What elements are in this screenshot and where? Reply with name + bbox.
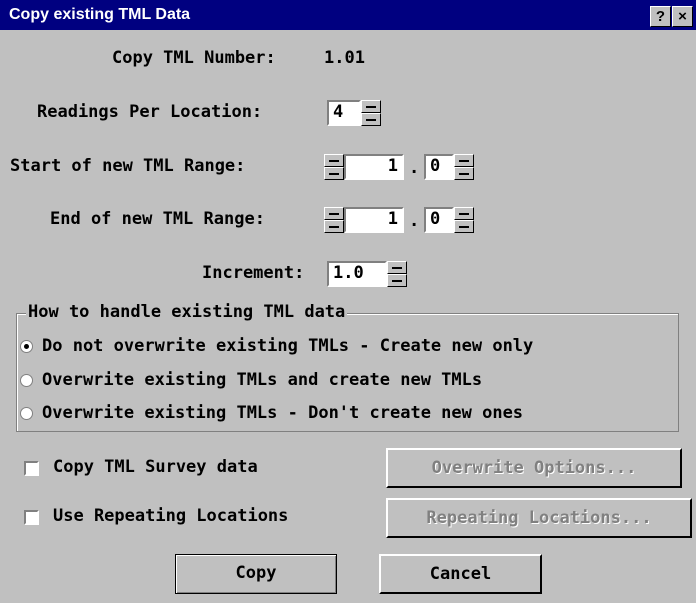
copy-survey-checkbox[interactable] xyxy=(24,461,39,476)
end-range-separator: . xyxy=(409,211,420,231)
use-repeating-label[interactable]: Use Repeating Locations xyxy=(53,506,288,526)
end-major-spinner[interactable] xyxy=(324,207,344,233)
start-major-field[interactable]: 1 xyxy=(344,154,404,180)
radio-create-new-only[interactable] xyxy=(20,340,33,353)
title-bar: Copy existing TML Data ? × xyxy=(0,0,696,30)
spin-up-icon[interactable] xyxy=(454,207,474,220)
start-major-spinner[interactable] xyxy=(324,154,344,180)
start-minor-field[interactable]: 0 xyxy=(424,154,454,180)
repeating-locations-button[interactable]: Repeating Locations... xyxy=(386,498,692,538)
spin-down-icon[interactable] xyxy=(324,167,344,180)
spin-up-icon[interactable] xyxy=(324,154,344,167)
increment-label: Increment: xyxy=(202,263,305,283)
start-minor-spinner[interactable] xyxy=(454,154,474,180)
start-range-label: Start of new TML Range: xyxy=(10,156,246,176)
end-range-label: End of new TML Range: xyxy=(50,209,265,229)
start-range-separator: . xyxy=(409,158,420,178)
radio-overwrite-only[interactable] xyxy=(20,407,33,420)
copy-tml-number-label: Copy TML Number: xyxy=(112,48,276,68)
end-major-field[interactable]: 1 xyxy=(344,207,404,233)
spin-down-icon[interactable] xyxy=(454,220,474,233)
readings-per-location-field[interactable]: 4 xyxy=(327,100,361,126)
readings-spinner[interactable] xyxy=(361,100,381,126)
cancel-button[interactable]: Cancel xyxy=(379,554,542,594)
radio-label-overwrite-and-create[interactable]: Overwrite existing TMLs and create new T… xyxy=(42,370,482,390)
end-minor-spinner[interactable] xyxy=(454,207,474,233)
radio-label-overwrite-only[interactable]: Overwrite existing TMLs - Don't create n… xyxy=(42,403,523,423)
copy-survey-label[interactable]: Copy TML Survey data xyxy=(53,457,258,477)
spin-up-icon[interactable] xyxy=(324,207,344,220)
spin-down-icon[interactable] xyxy=(324,220,344,233)
spin-up-icon[interactable] xyxy=(361,100,381,113)
readings-per-location-value: 4 xyxy=(333,102,344,122)
increment-field[interactable]: 1.0 xyxy=(327,261,387,287)
spin-up-icon[interactable] xyxy=(454,154,474,167)
readings-per-location-label: Readings Per Location: xyxy=(37,102,263,122)
spin-down-icon[interactable] xyxy=(387,274,407,287)
overwrite-options-button[interactable]: Overwrite Options... xyxy=(386,448,682,488)
increment-spinner[interactable] xyxy=(387,261,407,287)
help-button[interactable]: ? xyxy=(650,6,671,27)
spin-down-icon[interactable] xyxy=(361,113,381,126)
spin-up-icon[interactable] xyxy=(387,261,407,274)
increment-value: 1.0 xyxy=(333,263,364,283)
use-repeating-checkbox[interactable] xyxy=(24,510,39,525)
existing-data-group-legend: How to handle existing TML data xyxy=(26,302,348,322)
radio-label-create-new-only[interactable]: Do not overwrite existing TMLs - Create … xyxy=(42,336,533,356)
window-title: Copy existing TML Data xyxy=(9,6,191,23)
close-button[interactable]: × xyxy=(672,6,693,27)
end-minor-field[interactable]: 0 xyxy=(424,207,454,233)
copy-tml-number-value: 1.01 xyxy=(324,48,365,68)
start-major-value: 1 xyxy=(387,156,398,176)
end-minor-value: 0 xyxy=(430,209,441,229)
copy-button[interactable]: Copy xyxy=(175,554,337,594)
start-minor-value: 0 xyxy=(430,156,441,176)
radio-overwrite-and-create[interactable] xyxy=(20,374,33,387)
spin-down-icon[interactable] xyxy=(454,167,474,180)
end-major-value: 1 xyxy=(387,209,398,229)
